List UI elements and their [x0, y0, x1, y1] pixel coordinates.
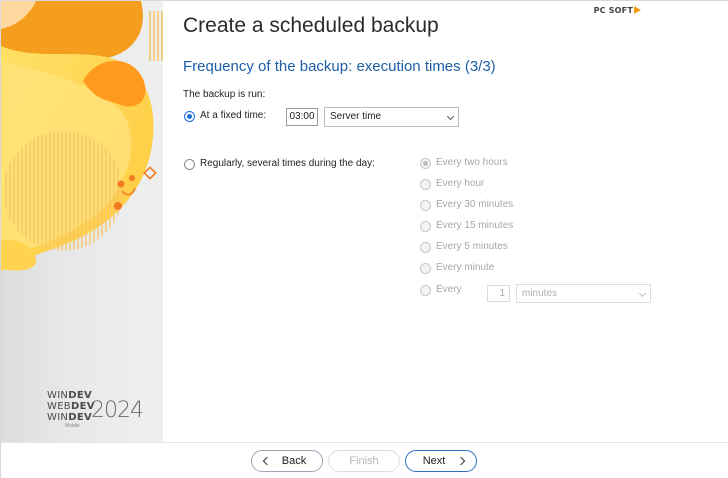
- chevron-down-icon: [446, 112, 455, 121]
- next-button[interactable]: Next: [405, 450, 477, 472]
- wizard-footer: Back Finish Next: [1, 442, 728, 478]
- radio-every-15-minutes[interactable]: [420, 221, 431, 232]
- radio-every-minute-label[interactable]: Every minute: [436, 262, 494, 273]
- custom-unit-select-value: minutes: [522, 288, 558, 299]
- wizard-sidebar: WINDEV WEBDEV WINDEV 2024 Mobile: [1, 1, 163, 442]
- timezone-select[interactable]: Server time: [324, 107, 459, 127]
- step-subtitle: Frequency of the backup: execution times…: [183, 58, 496, 75]
- radio-every-5-minutes[interactable]: [420, 242, 431, 253]
- radio-fixed-time[interactable]: [184, 111, 195, 122]
- radio-every-custom[interactable]: [420, 285, 431, 296]
- brand-year: 2024: [91, 398, 144, 423]
- radio-every-two-hours[interactable]: [420, 158, 431, 169]
- back-button[interactable]: Back: [251, 450, 323, 472]
- custom-unit-select[interactable]: minutes: [516, 284, 651, 303]
- radio-every-30-minutes-label[interactable]: Every 30 minutes: [436, 199, 513, 210]
- finish-button[interactable]: Finish: [328, 450, 400, 472]
- radio-every-5-minutes-label[interactable]: Every 5 minutes: [436, 241, 508, 252]
- time-input[interactable]: 03:00: [286, 108, 318, 126]
- radio-every-hour[interactable]: [420, 179, 431, 190]
- radio-every-15-minutes-label[interactable]: Every 15 minutes: [436, 220, 513, 231]
- play-icon: [634, 6, 641, 14]
- back-button-label: Back: [281, 455, 307, 467]
- chevron-down-icon: [638, 289, 647, 298]
- radio-regular-label[interactable]: Regularly, several times during the day:: [200, 158, 375, 169]
- windev-logo: WINDEV WEBDEV WINDEV 2024 Mobile: [47, 390, 147, 430]
- radio-every-30-minutes[interactable]: [420, 200, 431, 211]
- radio-every-custom-label[interactable]: Every: [436, 284, 462, 295]
- brand-mobile: Mobile: [65, 423, 80, 429]
- decorative-illustration: [1, 1, 163, 271]
- wizard-window: WINDEV WEBDEV WINDEV 2024 Mobile PC SOFT…: [0, 0, 728, 478]
- pcsoft-text: PC SOFT: [593, 6, 633, 15]
- wizard-content: PC SOFT Create a scheduled backup Freque…: [163, 1, 728, 442]
- custom-interval-input[interactable]: 1: [487, 285, 510, 302]
- next-button-label: Next: [422, 455, 446, 467]
- radio-fixed-time-label[interactable]: At a fixed time:: [200, 110, 266, 121]
- timezone-select-value: Server time: [330, 111, 382, 122]
- page-title: Create a scheduled backup: [183, 14, 439, 37]
- run-label: The backup is run:: [183, 89, 266, 100]
- pcsoft-logo: PC SOFT: [594, 6, 641, 15]
- radio-every-minute[interactable]: [420, 263, 431, 274]
- finish-button-label: Finish: [349, 455, 379, 467]
- radio-every-two-hours-label[interactable]: Every two hours: [436, 157, 508, 168]
- radio-regular[interactable]: [184, 159, 195, 170]
- radio-every-hour-label[interactable]: Every hour: [436, 178, 484, 189]
